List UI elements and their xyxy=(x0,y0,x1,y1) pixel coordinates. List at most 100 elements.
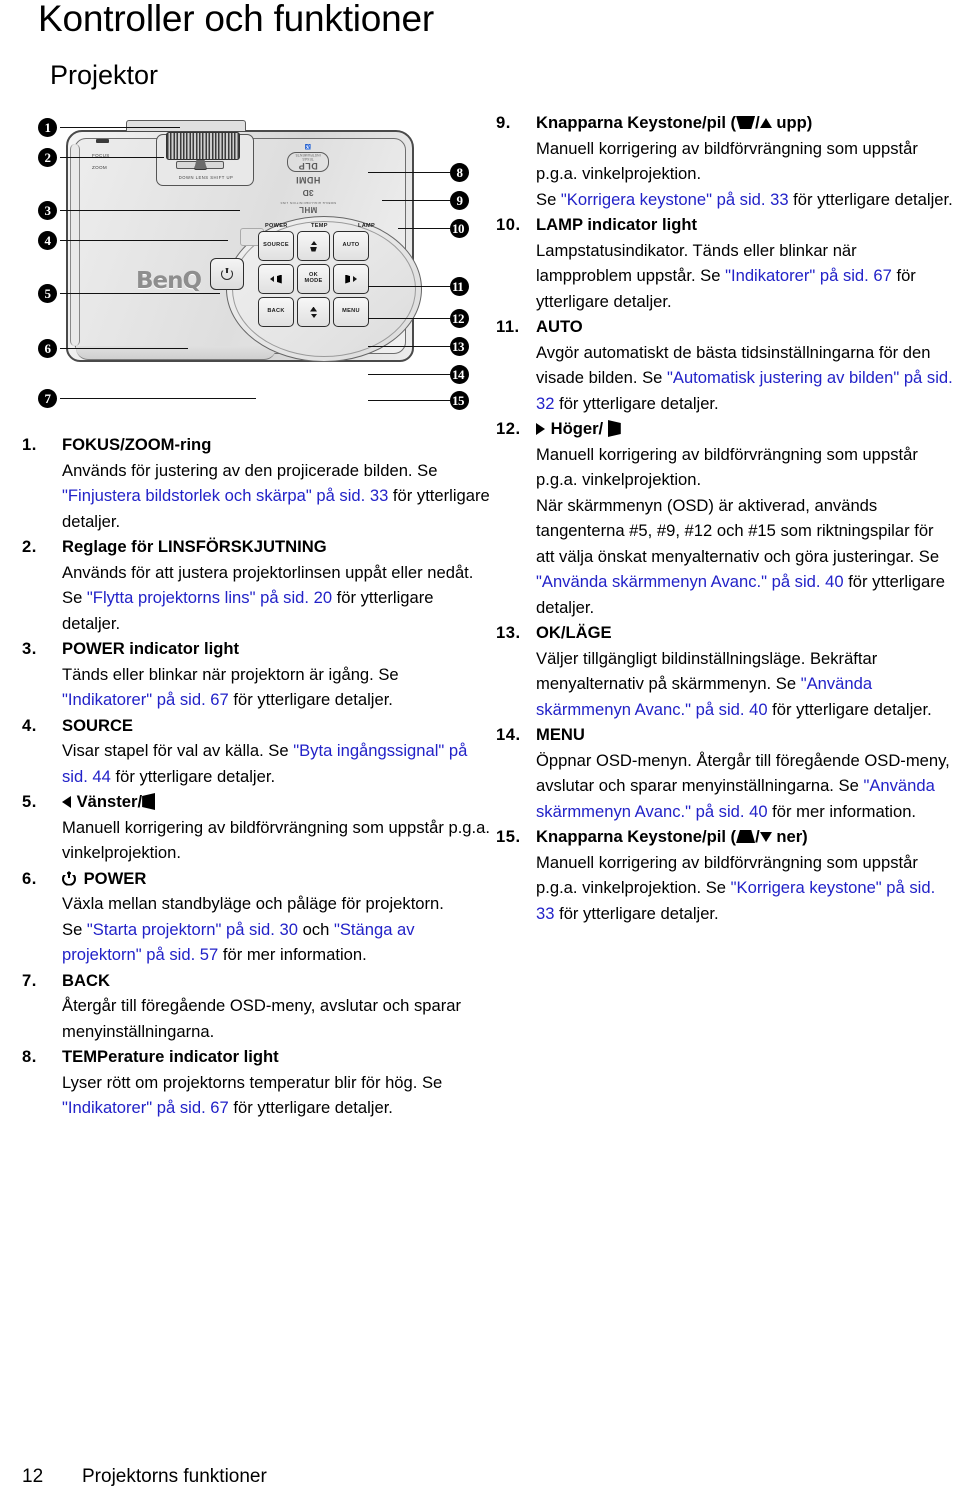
callout-15: 15 xyxy=(450,391,469,410)
feature-body: Knapparna Keystone/pil (/ ner) Manuell ko… xyxy=(536,824,956,926)
feature-number: 14. xyxy=(496,725,521,744)
feature-title: Reglage för LINSFÖRSKJUTNING xyxy=(62,537,327,556)
feature-item: 9. Knapparna Keystone/pil (/ upp) Manuell … xyxy=(496,110,956,212)
feature-body: POWER indicator light Tänds eller blinkar… xyxy=(62,636,492,713)
cross-reference-link[interactable]: "Använda skärmmenyn Avanc." på sid. 40 xyxy=(536,572,844,591)
keystone-down-icon xyxy=(310,246,317,252)
page-title: Kontroller och funktioner xyxy=(38,0,435,39)
cross-reference-link[interactable]: "Flytta projektorns lins" på sid. 20 xyxy=(87,588,332,607)
triangle-right-icon xyxy=(352,276,357,282)
keystone-down-key xyxy=(297,297,330,327)
feature-number: 1. xyxy=(22,435,37,454)
feature-description-2: När skärmmenyn (OSD) är aktiverad, använ… xyxy=(536,493,956,621)
cross-reference-link[interactable]: "Korrigera keystone" på sid. 33 xyxy=(561,190,789,209)
mode-label: MODE xyxy=(304,278,323,284)
feature-title: TEMPerature indicator light xyxy=(62,1047,279,1066)
body-text: för ytterligare detaljer. xyxy=(767,699,932,719)
feature-item: 7. BACK Återgår till föregående OSD-meny, … xyxy=(22,968,492,1045)
triangle-left-icon xyxy=(270,276,275,282)
zoom-label: ZOOM xyxy=(92,165,107,170)
feature-item: 3. POWER indicator light Tänds eller blink… xyxy=(22,636,492,713)
body-text: för ytterligare detaljer. xyxy=(554,903,719,923)
feature-number: 13. xyxy=(496,623,521,642)
power-icon xyxy=(62,871,76,886)
cross-reference-link[interactable]: "Indikatorer" på sid. 67 xyxy=(725,266,892,285)
body-text: Se xyxy=(536,189,561,209)
callout-5: 5 xyxy=(38,284,57,303)
certification-logos: ♿ DLP TEXAS INSTRUMENTS HDMI 3D MHL MOBI… xyxy=(276,140,340,217)
callout-1: 1 xyxy=(38,118,57,137)
leader-line-4 xyxy=(60,240,228,242)
callout-6: 6 xyxy=(38,339,57,358)
feature-number: 11. xyxy=(496,317,520,336)
lens-shift-scale-label: DOWN LENS SHIFT UP xyxy=(178,175,234,180)
feature-description: Väljer tillgängligt bildinställningsläge… xyxy=(536,646,956,723)
callout-9: 9 xyxy=(450,191,469,210)
keystone-up-icon xyxy=(736,830,756,843)
feature-title: POWER xyxy=(62,866,492,892)
feature-description: Lyser rött om projektorns temperatur bli… xyxy=(62,1070,492,1121)
feature-description: Visar stapel för val av källa. Se "Byta … xyxy=(62,738,492,789)
ok-mode-key: OK MODE xyxy=(297,264,330,294)
callout-4: 4 xyxy=(38,231,57,250)
auto-key: AUTO xyxy=(333,231,369,261)
callout-3: 3 xyxy=(38,201,57,220)
feature-title: Vänster/ xyxy=(62,789,492,815)
leader-line-7 xyxy=(60,398,256,400)
cross-reference-link[interactable]: "Indikatorer" på sid. 67 xyxy=(62,690,229,709)
dlp-logo-text: DLP xyxy=(298,161,318,171)
body-text: för mer information. xyxy=(767,801,917,821)
body-text: för ytterligare detaljer. xyxy=(110,766,276,786)
feature-body: Knapparna Keystone/pil (/ upp) Manuell ko… xyxy=(536,110,956,212)
mhl-logo-text: MHL xyxy=(298,205,318,214)
feature-item: 10. LAMP indicator light Lampstatusindikat… xyxy=(496,212,956,314)
feature-item: 15. Knapparna Keystone/pil (/ ner) Manuell… xyxy=(496,824,956,926)
cross-reference-link[interactable]: "Indikatorer" på sid. 67 xyxy=(62,1098,229,1117)
feature-number: 9. xyxy=(496,113,511,132)
callout-14: 14 xyxy=(450,365,469,384)
feature-description: Används för justering av den projicerade… xyxy=(62,458,492,535)
keystone-left-icon xyxy=(607,420,621,437)
back-key: BACK xyxy=(258,297,294,327)
body-text: för ytterligare detaljer. xyxy=(788,189,953,209)
feature-description: Avgör automatiskt de bästa tidsinställni… xyxy=(536,340,956,417)
feature-list-right: 9. Knapparna Keystone/pil (/ upp) Manuell … xyxy=(496,110,956,926)
leader-line-13 xyxy=(368,346,450,348)
feature-body: Vänster/Manuell korrigering av bildförvr… xyxy=(62,789,492,866)
power-indicator-label: POWER xyxy=(265,223,288,229)
feature-body: MENU Öppnar OSD-menyn. Återgår till föreg… xyxy=(536,722,956,824)
io-port-icon xyxy=(96,139,109,143)
feature-body: FOKUS/ZOOM-ring Används för justering av … xyxy=(62,432,492,534)
triangle-down-icon xyxy=(310,313,317,318)
cross-reference-link[interactable]: "Finjustera bildstorlek och skärpa" på s… xyxy=(62,486,388,505)
feature-number: 8. xyxy=(22,1047,37,1066)
callout-12: 12 xyxy=(450,309,469,328)
page-footer: 12 Projektorns funktioner xyxy=(22,1466,267,1488)
lamp-indicator-label: LAMP xyxy=(358,223,376,229)
feature-list-left: 1. FOKUS/ZOOM-ring Används för justering a… xyxy=(22,432,492,1121)
body-text: Växla mellan standbyläge och påläge för … xyxy=(62,894,444,913)
feature-body: POWER Växla mellan standbyläge och påläge… xyxy=(62,866,492,968)
feature-body: LAMP indicator light Lampstatusindikator.… xyxy=(536,212,956,314)
callout-8: 8 xyxy=(450,163,469,182)
leader-line-8 xyxy=(368,172,450,174)
body-text: Återgår till föregående OSD-meny, avslut… xyxy=(62,996,462,1041)
body-text: Lyser rött om projektorns temperatur bli… xyxy=(62,1072,443,1092)
keystone-up-key xyxy=(297,231,330,261)
feature-title: Knapparna Keystone/pil (/ upp) xyxy=(536,113,813,132)
feature-description: Lampstatusindikator. Tänds eller blinkar… xyxy=(536,238,956,315)
keystone-up-icon xyxy=(310,306,317,312)
body-text: Manuell korrigering av bildförvrängning … xyxy=(536,444,918,490)
projector-side-vent xyxy=(70,144,80,346)
keystone-right-icon xyxy=(276,274,282,284)
leader-line-15 xyxy=(368,400,450,402)
cross-reference-link[interactable]: "Starta projektorn" på sid. 30 xyxy=(87,920,298,939)
callout-13: 13 xyxy=(450,337,469,356)
leader-line-6 xyxy=(60,348,188,350)
feature-title: Knapparna Keystone/pil (/ ner) xyxy=(536,827,808,846)
body-text: När skärmmenyn (OSD) är aktiverad, använ… xyxy=(536,495,940,566)
projector-top-rail xyxy=(126,120,246,131)
feature-title: Höger/ xyxy=(536,416,956,442)
feature-item: 8. TEMPerature indicator light Lyser rött … xyxy=(22,1044,492,1121)
hdmi-logo: HDMI xyxy=(295,175,321,185)
